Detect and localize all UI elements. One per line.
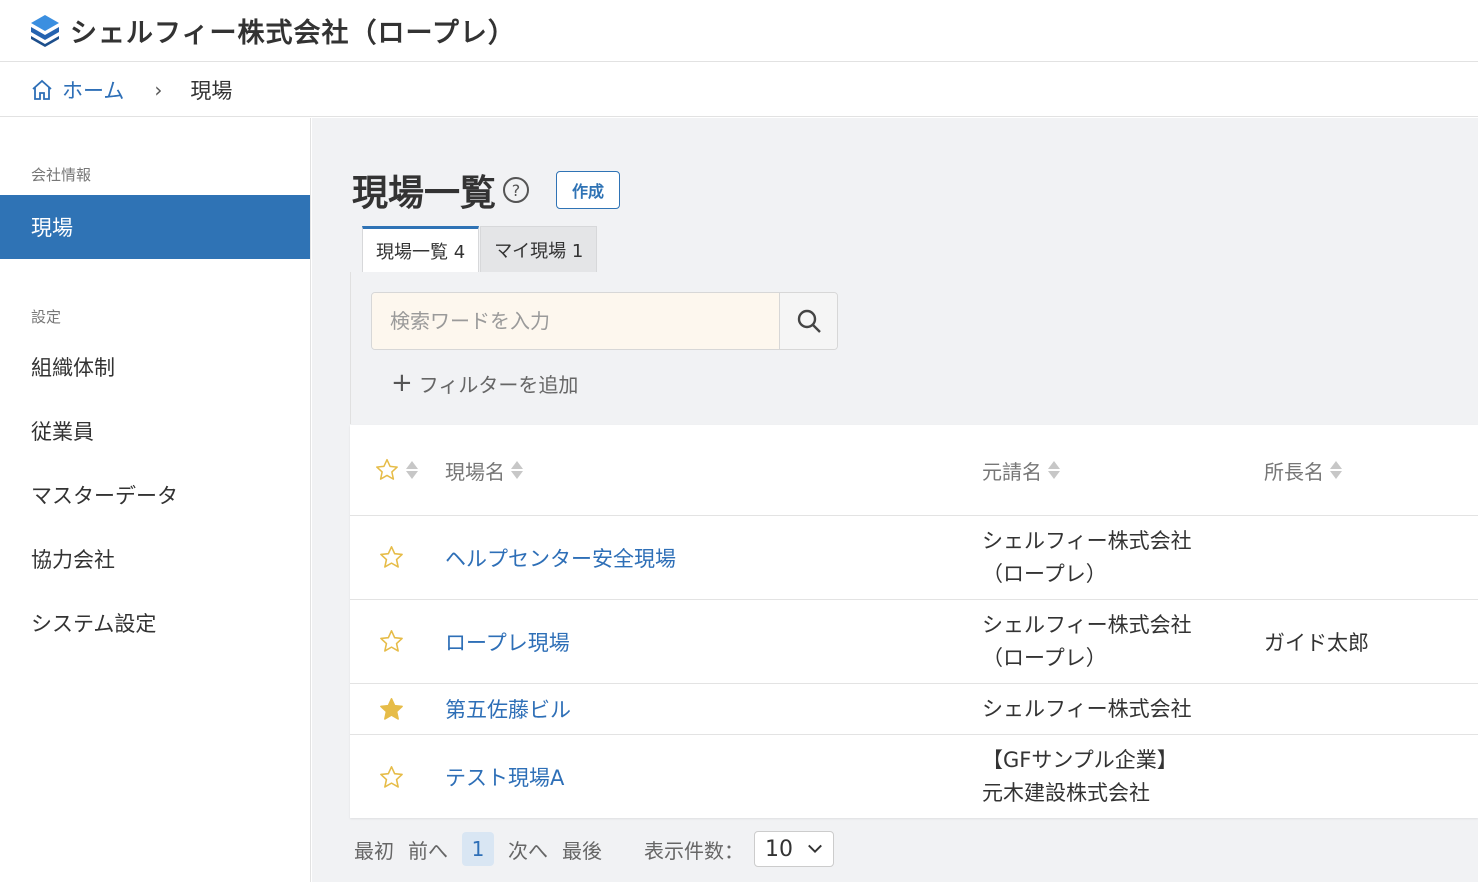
add-filter-label: フィルターを追加 xyxy=(418,372,579,397)
prime-contractor-line: シェルフィー株式会社 xyxy=(982,612,1192,637)
prime-contractor-line: 元木建設株式会社 xyxy=(982,781,1150,805)
tab-site-list[interactable]: 現場一覧 4 xyxy=(362,226,480,272)
home-icon xyxy=(32,79,52,100)
sort-icon xyxy=(1048,461,1060,479)
sidebar-item-employees[interactable]: 従業員 xyxy=(0,399,310,463)
star-outline-icon xyxy=(380,630,403,652)
search-button[interactable] xyxy=(779,293,837,349)
prime-contractor-line: シェルフィー株式会社 xyxy=(982,528,1192,553)
search-icon xyxy=(797,309,821,333)
breadcrumb-home-link[interactable]: ホーム xyxy=(30,75,124,105)
prime-contractor: 【GFサンプル企業】 元木建設株式会社 xyxy=(982,744,1178,810)
create-button[interactable]: 作成 xyxy=(556,171,621,209)
table-row: ロープレ現場 シェルフィー株式会社 （ロープレ） ガイド太郎 xyxy=(350,600,1478,684)
sidebar-section-company-info: 会社情報 xyxy=(31,166,92,184)
search-input[interactable] xyxy=(372,293,780,349)
sidebar: 会社情報 現場 設定 組織体制 従業員 マスターデータ 協力会社 システム設定 xyxy=(0,118,311,882)
header-site-chief[interactable]: 所長名 xyxy=(1264,456,1342,485)
tab-my-sites[interactable]: マイ現場 1 xyxy=(480,226,598,272)
sites-table: 現場名 元請名 所長名 ヘルプセンター安全現場 シェルフィー株式会社 （ロープレ） xyxy=(350,425,1478,818)
help-icon[interactable]: ? xyxy=(502,176,530,204)
sidebar-item-master-data[interactable]: マスターデータ xyxy=(0,463,310,527)
per-page-value: 10 xyxy=(765,836,793,862)
prime-contractor: シェルフィー株式会社 （ロープレ） xyxy=(982,609,1192,675)
title-row: 現場一覧 ? 作成 xyxy=(352,164,621,216)
sort-icon xyxy=(406,461,418,479)
plus-icon: + xyxy=(391,368,413,398)
search-box xyxy=(371,292,838,350)
prime-contractor-line: （ロープレ） xyxy=(982,561,1107,586)
tabs: 現場一覧 4 マイ現場 1 xyxy=(362,226,598,272)
filter-panel: + フィルターを追加 xyxy=(350,272,1478,424)
breadcrumb: ホーム › 現場 xyxy=(0,63,1478,117)
header-site-name-label: 現場名 xyxy=(445,459,505,484)
site-name-link[interactable]: ヘルプセンター安全現場 xyxy=(445,543,676,573)
main-content: 現場一覧 ? 作成 現場一覧 4 マイ現場 1 + フィルターを追加 xyxy=(312,118,1478,882)
star-outline-icon xyxy=(376,458,398,480)
shelfy-logo-icon xyxy=(31,14,59,47)
breadcrumb-home-label: ホーム xyxy=(62,78,125,103)
svg-text:?: ? xyxy=(512,181,521,200)
breadcrumb-separator-icon: › xyxy=(154,77,163,102)
table-header: 現場名 元請名 所長名 xyxy=(350,425,1478,516)
header-site-name[interactable]: 現場名 xyxy=(445,456,523,485)
header-prime-contractor-label: 元請名 xyxy=(982,459,1042,484)
star-outline-icon xyxy=(380,765,403,788)
star-outline-icon xyxy=(380,546,403,568)
chevron-down-icon xyxy=(808,844,822,854)
table-row: ヘルプセンター安全現場 シェルフィー株式会社 （ロープレ） xyxy=(350,516,1478,600)
page-title: 現場一覧 xyxy=(352,173,497,214)
app-header: シェルフィー株式会社（ロープレ） xyxy=(0,0,1478,62)
prime-contractor: シェルフィー株式会社 （ロープレ） xyxy=(982,525,1192,591)
site-chief: ガイド太郎 xyxy=(1264,630,1369,655)
site-name-link[interactable]: ロープレ現場 xyxy=(445,627,570,657)
favorite-toggle[interactable] xyxy=(378,600,405,683)
header-site-chief-label: 所長名 xyxy=(1264,459,1324,484)
pager-current-page[interactable]: 1 xyxy=(462,832,494,866)
favorite-toggle[interactable] xyxy=(378,735,405,819)
header-favorite[interactable] xyxy=(374,457,418,483)
sidebar-item-organization[interactable]: 組織体制 xyxy=(0,335,310,399)
header-prime-contractor[interactable]: 元請名 xyxy=(982,456,1060,485)
sort-icon xyxy=(1330,461,1342,479)
pagination: 最初 前へ 1 次へ 最後 表示件数： 10 xyxy=(354,830,834,868)
company-name: シェルフィー株式会社（ロープレ） xyxy=(70,18,516,49)
prime-contractor-line: （ロープレ） xyxy=(982,645,1107,670)
prime-contractor-line: 【GFサンプル企業】 xyxy=(982,748,1178,772)
pager-first[interactable]: 最初 xyxy=(354,835,394,864)
favorite-toggle[interactable] xyxy=(378,684,405,734)
star-filled-icon xyxy=(380,697,403,720)
prime-contractor-line: シェルフィー株式会社 xyxy=(982,696,1192,721)
sidebar-item-sites[interactable]: 現場 xyxy=(0,195,310,259)
per-page-select[interactable]: 10 xyxy=(754,831,834,867)
sort-icon xyxy=(511,461,523,479)
table-row: 第五佐藤ビル シェルフィー株式会社 xyxy=(350,684,1478,735)
breadcrumb-current: 現場 xyxy=(190,78,233,103)
site-name-link[interactable]: テスト現場A xyxy=(445,762,564,792)
add-filter-button[interactable]: + フィルターを追加 xyxy=(391,368,578,398)
favorite-toggle[interactable] xyxy=(378,516,405,599)
table-row: テスト現場A 【GFサンプル企業】 元木建設株式会社 xyxy=(350,735,1478,819)
pager-prev[interactable]: 前へ xyxy=(408,835,448,864)
prime-contractor: シェルフィー株式会社 xyxy=(982,693,1192,726)
sidebar-section-settings: 設定 xyxy=(31,308,62,326)
site-name-link[interactable]: 第五佐藤ビル xyxy=(445,694,571,724)
per-page-label: 表示件数： xyxy=(644,838,744,863)
sidebar-item-partners[interactable]: 協力会社 xyxy=(0,527,310,591)
pager-last[interactable]: 最後 xyxy=(562,835,602,864)
pager-next[interactable]: 次へ xyxy=(508,835,548,864)
sidebar-item-system-settings[interactable]: システム設定 xyxy=(0,591,310,655)
